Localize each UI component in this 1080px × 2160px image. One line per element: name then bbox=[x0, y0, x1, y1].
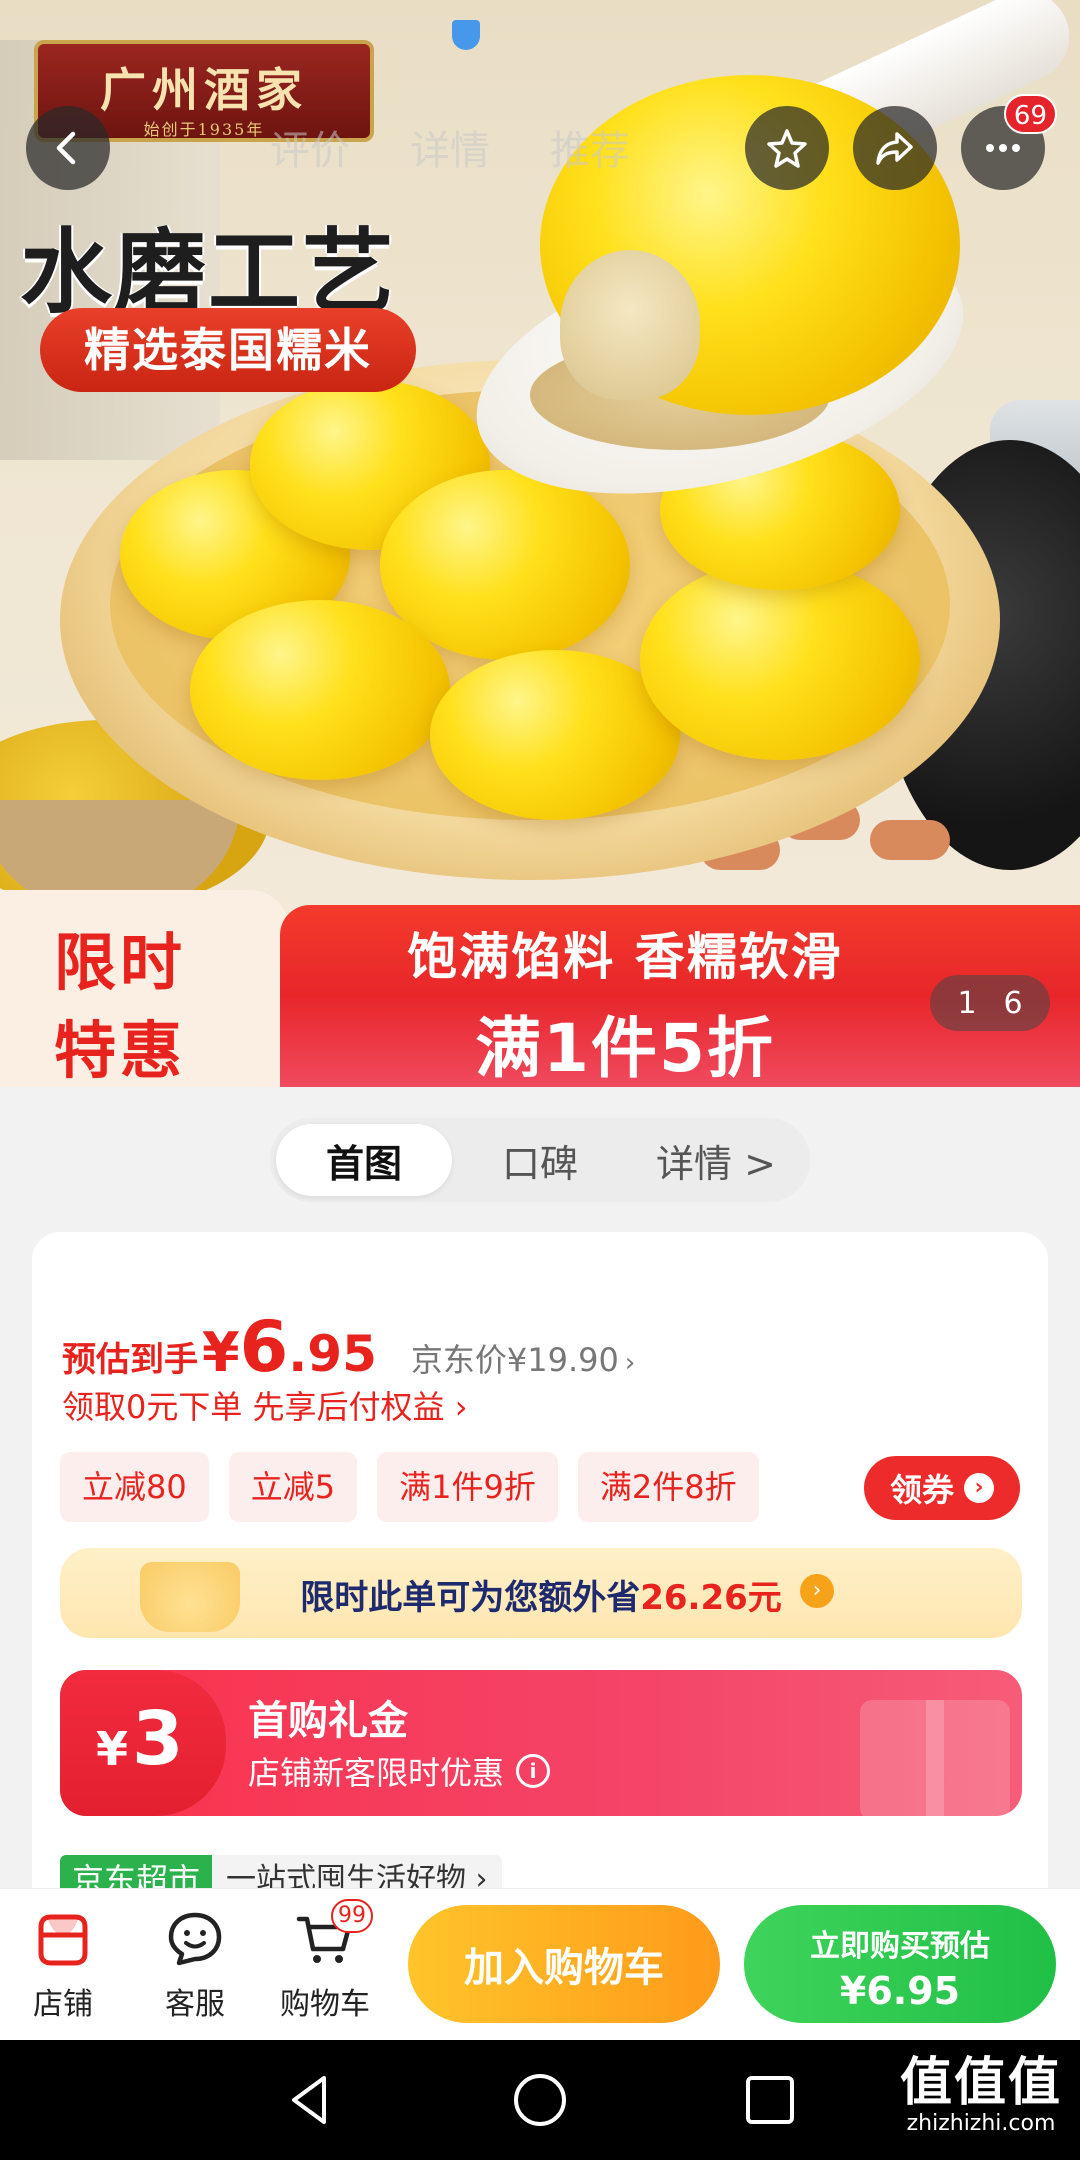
peanut-filling bbox=[560, 250, 700, 400]
customer-service-button[interactable]: 客服 bbox=[140, 1909, 250, 2023]
nav-back-icon[interactable] bbox=[280, 2070, 340, 2130]
bottom-action-bar: 店铺 客服 99 购物车 加入购物车 立即购买预估 ¥6.95 bbox=[0, 1888, 1080, 2040]
nav-recents-icon[interactable] bbox=[740, 2070, 800, 2130]
store-icon bbox=[33, 1909, 93, 1969]
faded-header-tabs: 评价 详情 推荐 bbox=[270, 118, 630, 176]
gift-amount: 3 bbox=[132, 1696, 184, 1782]
discount-chip[interactable]: 立减5 bbox=[228, 1452, 358, 1522]
price-decimal: .95 bbox=[288, 1325, 377, 1383]
product-info-card: 预估到手 ¥ 6 .95 京东价¥19.90 › 领取0元下单 先享后付权益 ›… bbox=[32, 1232, 1048, 1912]
info-icon[interactable]: i bbox=[516, 1754, 551, 1788]
favorite-button[interactable] bbox=[745, 106, 829, 190]
chevron-right-icon: › bbox=[800, 1574, 834, 1608]
discount-chip[interactable]: 满2件8折 bbox=[577, 1452, 759, 1522]
gift-box-icon bbox=[860, 1700, 1010, 1816]
more-button[interactable]: 69 bbox=[961, 94, 1057, 190]
shopping-cart-icon: 99 bbox=[295, 1899, 373, 1969]
price-row: 预估到手 ¥ 6 .95 京东价¥19.90 › bbox=[62, 1306, 635, 1388]
gift-currency: ¥ bbox=[96, 1722, 129, 1776]
discount-chips: 立减80 立减5 满1件9折 满2件8折 bbox=[60, 1452, 759, 1522]
tab-details[interactable]: 详情 > bbox=[628, 1124, 804, 1196]
chat-smile-icon bbox=[165, 1909, 225, 1969]
site-watermark: 值值值 zhizhizhi.com bbox=[900, 2040, 1062, 2136]
gift-title: 首购礼金 bbox=[248, 1698, 408, 1744]
discount-chip[interactable]: 满1件9折 bbox=[377, 1452, 558, 1522]
share-icon bbox=[876, 132, 913, 165]
customer-service-label: 客服 bbox=[165, 1987, 225, 2022]
faded-tab[interactable]: 详情 bbox=[410, 118, 490, 176]
image-index: 1 bbox=[957, 985, 977, 1021]
share-button[interactable] bbox=[853, 106, 937, 190]
image-total: 6 bbox=[1003, 985, 1023, 1021]
savings-amount: 26.26元 bbox=[640, 1578, 782, 1618]
estimated-price-label: 预估到手 bbox=[62, 1340, 198, 1380]
pay-later-tip[interactable]: 领取0元下单 先享后付权益 › bbox=[62, 1382, 468, 1428]
star-icon bbox=[767, 129, 807, 168]
tangyuan-ball bbox=[640, 560, 920, 760]
faded-tab[interactable]: 评价 bbox=[270, 118, 350, 176]
tangyuan-ball bbox=[190, 600, 450, 780]
get-coupon-button[interactable]: 领券 › bbox=[864, 1456, 1020, 1520]
gift-subtitle: 店铺新客限时优惠 bbox=[248, 1754, 505, 1792]
discount-chip[interactable]: 立减80 bbox=[60, 1452, 209, 1522]
buy-now-price: ¥6.95 bbox=[839, 1969, 961, 2013]
price-currency: ¥ bbox=[202, 1321, 240, 1384]
cart-label: 购物车 bbox=[280, 1987, 370, 2022]
cart-count-badge: 99 bbox=[331, 1899, 373, 1933]
tab-reviews[interactable]: 口碑 bbox=[452, 1124, 628, 1196]
promo-line1: 饱满馅料 香糯软滑 bbox=[407, 928, 843, 986]
gift-subtitle-row: 店铺新客限时优惠 i bbox=[248, 1748, 551, 1794]
store-label: 店铺 bbox=[33, 1987, 93, 2022]
promo-left-line1: 限时 bbox=[54, 926, 187, 999]
image-counter: 1 6 bbox=[930, 975, 1050, 1031]
back-arrow-icon bbox=[56, 131, 76, 165]
faded-tab[interactable]: 推荐 bbox=[550, 118, 630, 176]
savings-label: 限时此单可为您额外省 bbox=[300, 1578, 641, 1618]
section-tabs: 首图 口碑 详情 > bbox=[270, 1118, 810, 1202]
chevron-right-icon: › bbox=[964, 1473, 994, 1503]
cart-button[interactable]: 99 购物车 bbox=[270, 1899, 380, 2023]
buy-now-label: 立即购买预估 bbox=[810, 1929, 990, 1964]
savings-text: 限时此单可为您额外省26.26元 bbox=[60, 1570, 1022, 1619]
shield-icon bbox=[452, 20, 480, 50]
store-button[interactable]: 店铺 bbox=[8, 1909, 118, 2023]
nav-home-icon[interactable] bbox=[510, 2070, 570, 2130]
add-to-cart-button[interactable]: 加入购物车 bbox=[408, 1905, 720, 2023]
chevron-right-icon: › bbox=[624, 1348, 636, 1378]
watermark-logo: 值值值 bbox=[899, 2053, 1062, 2113]
get-coupon-label: 领券 bbox=[889, 1471, 954, 1509]
first-purchase-gift-banner[interactable]: ¥ 3 首购礼金 店铺新客限时优惠 i bbox=[60, 1670, 1022, 1816]
message-badge: 69 bbox=[1003, 94, 1057, 134]
hero-pill: 精选泰国糯米 bbox=[40, 308, 416, 392]
back-button[interactable] bbox=[26, 106, 110, 190]
promo-line2: 满1件5折 bbox=[475, 1010, 775, 1087]
jd-price[interactable]: 京东价¥19.90 bbox=[411, 1335, 619, 1381]
tab-cover[interactable]: 首图 bbox=[276, 1124, 452, 1196]
buy-now-button[interactable]: 立即购买预估 ¥6.95 bbox=[744, 1905, 1056, 2023]
price-integer: 6 bbox=[239, 1306, 289, 1388]
watermark-url: zhizhizhi.com bbox=[906, 2111, 1056, 2136]
gift-amount-panel: ¥ 3 bbox=[60, 1670, 226, 1816]
extra-savings-bar[interactable]: 限时此单可为您额外省26.26元 › bbox=[60, 1548, 1022, 1638]
promo-left-line2: 特惠 bbox=[54, 1014, 187, 1087]
